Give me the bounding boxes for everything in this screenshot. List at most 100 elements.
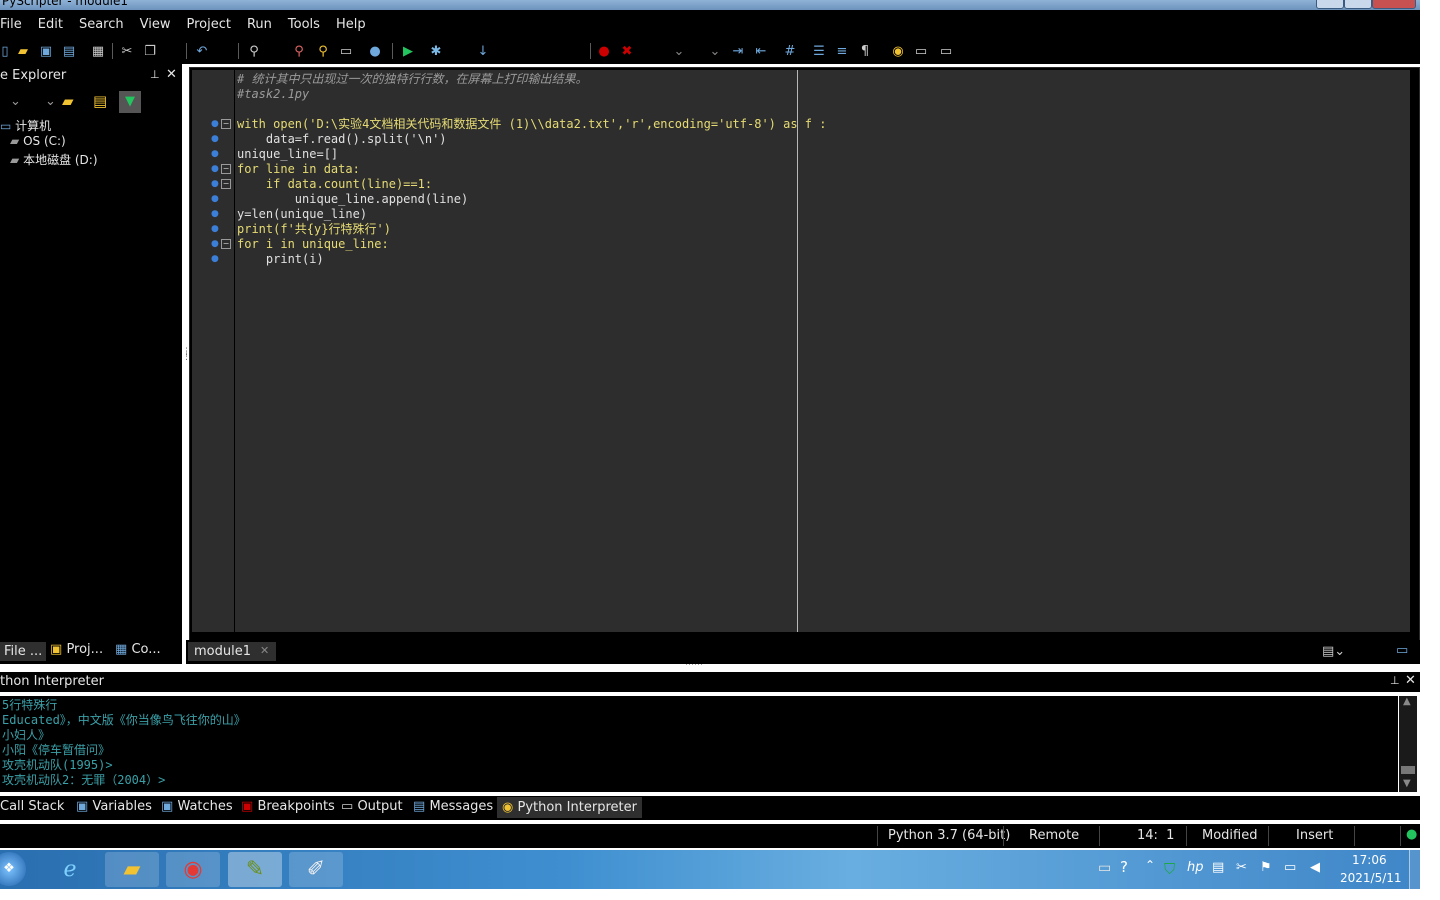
code-line[interactable]: with open('D:\实验4文档相关代码和数据文件 (1)\\data2.… bbox=[237, 117, 826, 132]
code-line[interactable]: for i in unique_line: bbox=[237, 237, 389, 252]
tab-project-explorer[interactable]: ▣ Proj... bbox=[50, 642, 103, 657]
indent-icon[interactable]: ⇥ bbox=[729, 42, 747, 60]
replace-icon[interactable]: ▭ bbox=[337, 42, 355, 60]
python-icon[interactable]: ◉ bbox=[889, 42, 907, 60]
menu-help[interactable]: Help bbox=[328, 17, 374, 32]
help-icon[interactable]: ? bbox=[1120, 858, 1128, 876]
breakpoint-marker[interactable]: ● bbox=[211, 254, 219, 264]
editor-layout-icon[interactable]: ▭ bbox=[1396, 643, 1408, 658]
folder-icon[interactable]: ▰ bbox=[62, 92, 74, 110]
scroll-thumb[interactable] bbox=[1401, 766, 1415, 774]
comment-icon[interactable]: # bbox=[781, 42, 799, 60]
pyscripter-icon[interactable]: ✎ bbox=[228, 852, 282, 887]
code-line[interactable]: print(f'共{y}行特殊行') bbox=[237, 222, 391, 237]
breakpoint-marker[interactable]: ● bbox=[211, 149, 219, 159]
toggle-breakpoint-icon[interactable]: ● bbox=[595, 42, 613, 60]
open-file-icon[interactable]: ▰ bbox=[14, 42, 32, 60]
menu-file[interactable]: File bbox=[0, 17, 30, 32]
save-icon[interactable]: ▣ bbox=[37, 42, 55, 60]
breakpoint-marker[interactable]: ● bbox=[211, 224, 219, 234]
tree-item-computer[interactable]: ▭ 计算机 bbox=[0, 117, 51, 134]
security-shield-icon[interactable]: ⛉ bbox=[1164, 860, 1175, 878]
help-balloon-icon[interactable]: ● bbox=[366, 42, 384, 60]
clear-breakpoints-icon[interactable]: ✖ bbox=[618, 42, 636, 60]
fold-icon[interactable]: − bbox=[221, 179, 231, 189]
undo-icon[interactable]: ↶ bbox=[193, 42, 211, 60]
code-line[interactable]: y=len(unique_line) bbox=[237, 207, 367, 222]
chevron-down-icon[interactable]: ⌄ bbox=[670, 42, 688, 60]
network-icon[interactable]: ▭ bbox=[1284, 860, 1296, 875]
tab-call-stack[interactable]: Call Stack bbox=[0, 799, 64, 814]
clock-date[interactable]: 2021/5/11 bbox=[1340, 871, 1402, 885]
flag-icon[interactable]: ⚑ bbox=[1260, 860, 1272, 875]
window-icon[interactable]: ▭ bbox=[912, 42, 930, 60]
debug-icon[interactable]: ✱ bbox=[427, 42, 445, 60]
splitter-handle[interactable]: ⋮ ⋮ bbox=[182, 348, 191, 362]
menu-tools[interactable]: Tools bbox=[280, 17, 328, 32]
tree-item-c-drive[interactable]: ▰ OS (C:) bbox=[10, 134, 66, 148]
cut-icon[interactable]: ✂ bbox=[118, 42, 136, 60]
pin-icon[interactable]: ⊥ bbox=[1390, 674, 1400, 687]
volume-icon[interactable]: ◀ bbox=[1310, 860, 1320, 875]
breakpoint-marker[interactable]: ● bbox=[211, 119, 219, 129]
run-icon[interactable]: ▶ bbox=[399, 42, 417, 60]
code-line[interactable]: #task2.1py bbox=[237, 87, 309, 102]
find-in-files-icon[interactable]: ⚲ bbox=[290, 42, 308, 60]
fold-icon[interactable]: − bbox=[221, 239, 231, 249]
code-line[interactable]: unique_line=[] bbox=[237, 147, 338, 162]
scroll-down-icon[interactable]: ▼ bbox=[1403, 778, 1411, 789]
menu-edit[interactable]: Edit bbox=[30, 17, 71, 32]
tree-item-d-drive[interactable]: ▰ 本地磁盘 (D:) bbox=[10, 151, 98, 168]
find-icon[interactable]: ⚲ bbox=[245, 42, 263, 60]
breakpoint-marker[interactable]: ● bbox=[211, 194, 219, 204]
start-button[interactable]: ❖ bbox=[0, 852, 26, 886]
close-icon[interactable]: ✕ bbox=[260, 644, 269, 657]
save-all-icon[interactable]: ▤ bbox=[60, 42, 78, 60]
minimize-button[interactable] bbox=[1316, 0, 1344, 9]
tools-icon[interactable]: ✂ bbox=[1236, 860, 1247, 875]
new-file-icon[interactable]: ▯ bbox=[0, 42, 14, 60]
code-line[interactable]: # 统计其中只出现过一次的独特行行数，在屏幕上打印输出结果。 bbox=[237, 72, 587, 87]
vertical-scrollbar[interactable]: ▲ ▼ bbox=[1399, 696, 1417, 792]
breakpoint-marker[interactable]: ● bbox=[211, 164, 219, 174]
tab-code-explorer[interactable]: ▦ Co... bbox=[115, 642, 161, 657]
code-line[interactable]: if data.count(line)==1: bbox=[237, 177, 432, 192]
tab-file-explorer[interactable]: File ... bbox=[0, 642, 47, 661]
tab-output[interactable]: ▭ Output bbox=[341, 799, 403, 814]
menu-view[interactable]: View bbox=[132, 17, 179, 32]
step-into-icon[interactable]: ↓ bbox=[474, 42, 492, 60]
paint-icon[interactable]: ✐ bbox=[289, 852, 343, 887]
clock-time[interactable]: 17:06 bbox=[1352, 853, 1387, 867]
maximize-button[interactable] bbox=[1344, 0, 1372, 9]
tab-python-interpreter[interactable]: ◉ Python Interpreter bbox=[497, 797, 642, 818]
chevron-down-icon[interactable]: ⌄ bbox=[706, 42, 724, 60]
fold-icon[interactable]: − bbox=[221, 164, 231, 174]
ie-icon[interactable]: ℯ bbox=[43, 852, 97, 887]
breakpoint-marker[interactable]: ● bbox=[211, 134, 219, 144]
pilcrow-icon[interactable]: ¶ bbox=[856, 42, 874, 60]
tab-variables[interactable]: ▣ Variables bbox=[76, 799, 152, 814]
chrome-icon[interactable]: ◉ bbox=[166, 852, 220, 887]
folder-tree-icon[interactable]: ▤ bbox=[93, 92, 107, 110]
copy-icon[interactable]: ❐ bbox=[141, 42, 159, 60]
fold-icon[interactable]: − bbox=[221, 119, 231, 129]
tab-breakpoints[interactable]: ▣ Breakpoints bbox=[241, 799, 335, 814]
pin-icon[interactable]: ⊥ bbox=[150, 68, 160, 81]
keyboard-icon[interactable]: ▭ bbox=[1098, 860, 1111, 876]
interpreter-output[interactable]: 5行特殊行 Educated》，中文版《你当像鸟飞往你的山》 小妇人》 小阳《停… bbox=[0, 696, 1398, 792]
print-icon[interactable]: ▦ bbox=[89, 42, 107, 60]
show-hidden-icons[interactable]: ⌃ bbox=[1145, 858, 1155, 872]
code-line[interactable]: unique_line.append(line) bbox=[237, 192, 468, 207]
code-editor[interactable] bbox=[235, 70, 1410, 632]
breakpoint-marker[interactable]: ● bbox=[211, 239, 219, 249]
breakpoint-marker[interactable]: ● bbox=[211, 209, 219, 219]
hp-icon[interactable]: hp bbox=[1187, 860, 1204, 875]
dedent-icon[interactable]: ⇤ bbox=[752, 42, 770, 60]
layout-icon[interactable]: ▭ bbox=[937, 42, 955, 60]
code-line[interactable]: for line in data: bbox=[237, 162, 360, 177]
tab-module1[interactable]: module1 ✕ bbox=[188, 642, 276, 661]
menu-project[interactable]: Project bbox=[178, 17, 238, 32]
scroll-up-icon[interactable]: ▲ bbox=[1403, 696, 1411, 707]
chevron-down-icon[interactable]: ⌄ bbox=[10, 94, 21, 109]
code-line[interactable]: print(i) bbox=[237, 252, 324, 267]
